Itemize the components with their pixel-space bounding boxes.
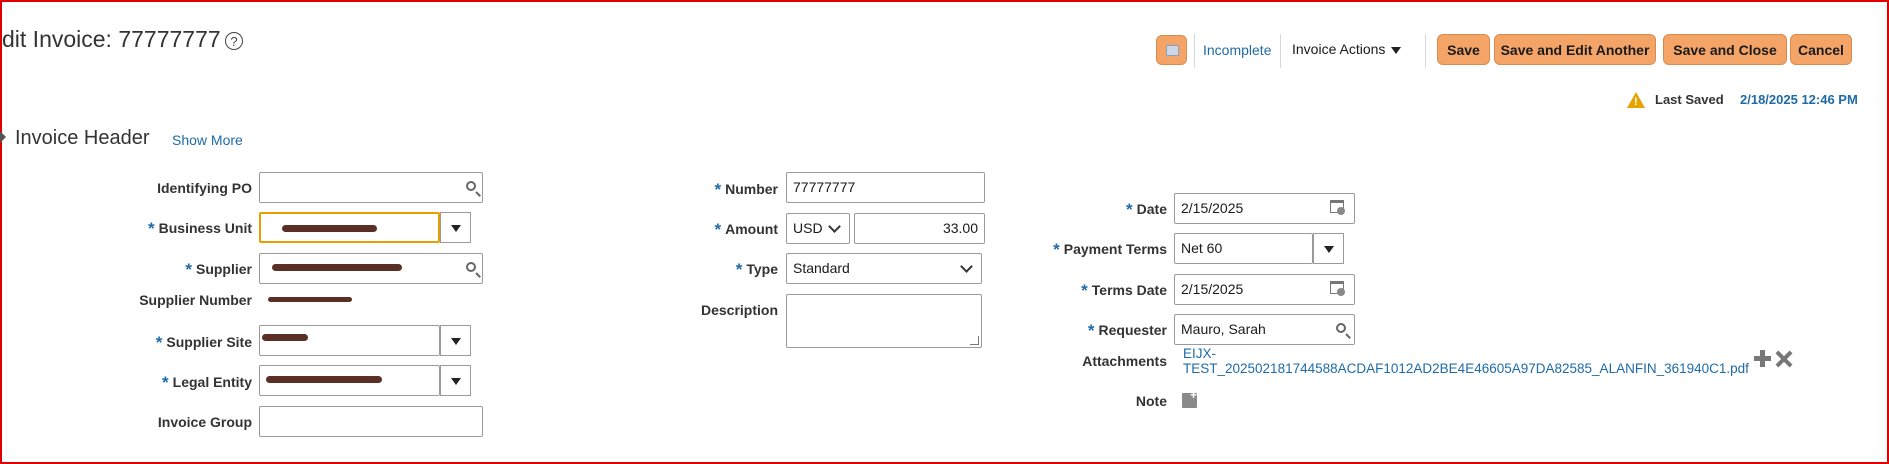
payment-terms-label: * Payment Terms: [1053, 240, 1167, 259]
resize-handle-icon[interactable]: [970, 336, 979, 345]
note-label: Note: [1135, 393, 1167, 409]
search-icon[interactable]: [1336, 323, 1346, 333]
save-and-close-button[interactable]: Save and Close: [1663, 34, 1787, 65]
description-label: Description: [700, 302, 778, 318]
last-saved-label: Last Saved: [1655, 92, 1724, 107]
date-label: * Date: [1126, 200, 1167, 219]
save-button[interactable]: Save: [1437, 34, 1490, 65]
type-label: * Type: [735, 260, 778, 279]
section-title: Invoice Header: [15, 127, 150, 149]
supplier-site-dropdown[interactable]: [440, 325, 471, 356]
invoice-actions-label: Invoice Actions: [1292, 41, 1386, 57]
legal-entity-dropdown[interactable]: [440, 365, 471, 396]
calendar-icon[interactable]: [1330, 281, 1345, 296]
search-icon[interactable]: [466, 262, 476, 272]
warning-icon-glyph: !: [1634, 96, 1638, 108]
attachment-link-line: EIJX-: [1183, 346, 1217, 361]
collapse-icon[interactable]: [0, 131, 6, 143]
requester-label: * Requester: [1087, 321, 1167, 340]
number-input[interactable]: 77777777: [786, 172, 985, 203]
business-unit-dropdown[interactable]: [440, 212, 471, 243]
attachment-link-line: TEST_202502181744588ACDAF1012AD2BE4E4660…: [1183, 361, 1749, 376]
identifying-po-label: Identifying PO: [157, 180, 252, 196]
redaction-mark: [282, 225, 377, 232]
search-icon[interactable]: [466, 181, 476, 191]
supplier-site-label: * Supplier Site: [155, 333, 252, 352]
terms-date-label: * Terms Date: [1081, 281, 1167, 300]
attachment-file-link[interactable]: EIJX- TEST_202502181744588ACDAF1012AD2BE…: [1183, 346, 1749, 376]
terms-date-input[interactable]: 2/15/2025: [1174, 274, 1355, 305]
redaction-mark: [262, 334, 308, 341]
status-incomplete-link[interactable]: Incomplete: [1203, 42, 1271, 58]
redaction-mark: [266, 376, 382, 383]
add-note-icon[interactable]: [1182, 388, 1197, 408]
business-unit-label: * Business Unit: [148, 219, 252, 238]
invoice-actions-menu[interactable]: Invoice Actions: [1292, 41, 1402, 57]
description-textarea[interactable]: [786, 294, 982, 348]
cancel-button[interactable]: Cancel: [1790, 34, 1852, 65]
type-select[interactable]: Standard: [786, 253, 982, 284]
view-toggle-button[interactable]: [1156, 35, 1187, 65]
requester-input[interactable]: Mauro, Sarah: [1174, 314, 1355, 345]
add-attachment-icon[interactable]: [1754, 350, 1771, 367]
toolbar-divider: [1425, 34, 1426, 68]
panel-icon: [1166, 45, 1179, 56]
redaction-mark: [268, 297, 352, 302]
delete-attachment-icon[interactable]: [1775, 350, 1793, 368]
toolbar-divider: [1280, 34, 1281, 68]
payment-terms-input[interactable]: Net 60: [1174, 233, 1313, 264]
save-and-edit-another-button[interactable]: Save and Edit Another: [1494, 34, 1656, 65]
last-saved-value: 2/18/2025 12:46 PM: [1740, 92, 1858, 107]
calendar-icon[interactable]: [1330, 200, 1345, 215]
amount-input[interactable]: 33.00: [854, 213, 985, 244]
invoice-group-input[interactable]: [259, 406, 483, 437]
supplier-number-label: Supplier Number: [139, 292, 252, 308]
payment-terms-dropdown[interactable]: [1313, 233, 1344, 264]
caret-down-icon: [1391, 46, 1402, 54]
help-icon[interactable]: ?: [225, 32, 243, 50]
number-label: * Number: [714, 180, 778, 199]
attachments-label: Attachments: [1082, 353, 1167, 369]
legal-entity-label: * Legal Entity: [162, 373, 252, 392]
supplier-label: * Supplier: [185, 260, 252, 279]
date-input[interactable]: 2/15/2025: [1174, 193, 1355, 224]
toolbar-divider: [1194, 34, 1195, 68]
page-title: dit Invoice: 77777777: [2, 26, 221, 52]
currency-select[interactable]: USD: [786, 213, 850, 244]
show-more-link[interactable]: Show More: [172, 132, 243, 148]
identifying-po-input[interactable]: [259, 172, 483, 203]
invoice-group-label: Invoice Group: [157, 414, 252, 430]
amount-label: * Amount: [714, 220, 778, 239]
redaction-mark: [272, 264, 402, 271]
